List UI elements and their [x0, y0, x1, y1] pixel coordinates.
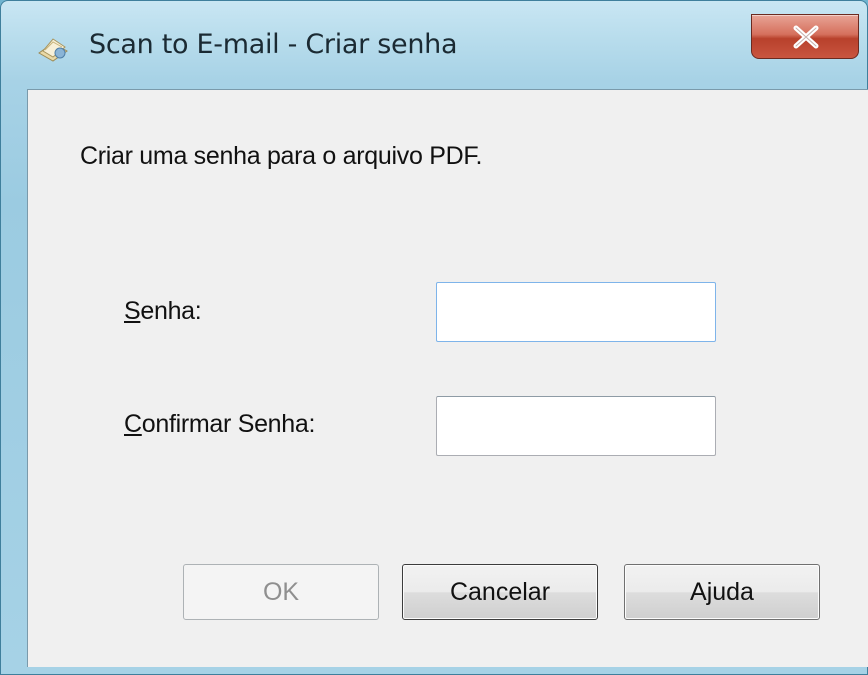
cancel-button[interactable]: Cancelar	[402, 564, 598, 620]
password-label: Senha:	[124, 297, 202, 326]
help-button[interactable]: Ajuda	[624, 564, 820, 620]
close-icon	[793, 25, 819, 49]
confirm-label-mnemonic: C	[124, 410, 142, 438]
scanner-envelope-icon	[38, 38, 68, 62]
title-bar[interactable]: Scan to E-mail - Criar senha	[1, 1, 867, 89]
password-label-text: enha:	[140, 297, 202, 325]
ok-button[interactable]: OK	[183, 564, 379, 620]
confirm-password-label: Confirmar Senha:	[124, 410, 315, 439]
instruction-text: Criar uma senha para o arquivo PDF.	[80, 142, 483, 170]
password-label-mnemonic: S	[124, 297, 141, 325]
window-title: Scan to E-mail - Criar senha	[89, 29, 458, 60]
confirm-password-input[interactable]	[436, 396, 716, 456]
dialog-client-area: Criar uma senha para o arquivo PDF. Senh…	[27, 89, 868, 667]
password-input[interactable]	[436, 282, 716, 342]
dialog-window: Scan to E-mail - Criar senha Criar uma s…	[0, 0, 868, 675]
close-button[interactable]	[751, 14, 859, 59]
confirm-label-text: onfirmar Senha:	[141, 410, 316, 438]
